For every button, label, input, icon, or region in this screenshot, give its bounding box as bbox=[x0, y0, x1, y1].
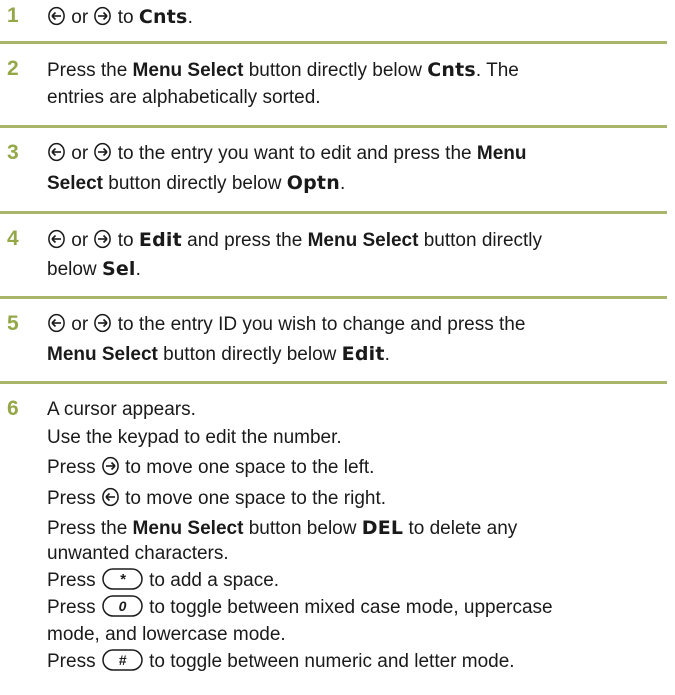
display-label-cnts: Cnts bbox=[138, 6, 188, 28]
step-number: 3 bbox=[7, 141, 19, 164]
step-number: 6 bbox=[7, 397, 19, 420]
nav-left-icon bbox=[47, 313, 66, 333]
nav-right-icon bbox=[93, 142, 112, 162]
step-text: or to the entry you want to edit and pre… bbox=[47, 141, 526, 167]
step-text: Press * to add a space. bbox=[47, 568, 280, 591]
step-text: Menu Select button directly below Edit. bbox=[47, 343, 390, 365]
svg-text:#: # bbox=[118, 652, 126, 668]
nav-right-icon bbox=[101, 456, 120, 476]
step-text: mode, and lowercase mode. bbox=[47, 624, 286, 645]
step-number: 2 bbox=[7, 57, 19, 80]
step-text: Press to move one space to the left. bbox=[47, 456, 375, 478]
step-text: A cursor appears. bbox=[47, 399, 196, 420]
divider bbox=[0, 125, 667, 128]
step-text: Press to move one space to the right. bbox=[47, 487, 387, 509]
step-text: or to Cnts. bbox=[47, 4, 193, 31]
step-text: Press the Menu Select button below DEL t… bbox=[47, 517, 518, 539]
divider bbox=[0, 381, 667, 384]
display-label-optn: Optn bbox=[286, 172, 340, 194]
nav-right-icon bbox=[93, 229, 112, 249]
display-label-sel: Sel bbox=[101, 258, 136, 280]
nav-left-icon bbox=[47, 142, 66, 162]
hash-key-icon: # bbox=[102, 649, 143, 671]
nav-right-icon bbox=[93, 6, 112, 26]
divider bbox=[0, 296, 667, 299]
svg-text:*: * bbox=[119, 571, 126, 588]
step-text: Press the Menu Select button directly be… bbox=[47, 59, 519, 81]
step-text: or to the entry ID you wish to change an… bbox=[47, 312, 525, 338]
display-label-cnts: Cnts bbox=[427, 59, 476, 81]
step-text: or to Edit and press the Menu Select but… bbox=[47, 227, 542, 254]
display-label-edit: Edit bbox=[341, 343, 385, 365]
display-label-del: DEL bbox=[361, 517, 404, 539]
nav-right-icon bbox=[93, 313, 112, 333]
step-text: below Sel. bbox=[47, 258, 141, 280]
nav-left-icon bbox=[47, 229, 66, 249]
nav-left-icon bbox=[101, 487, 120, 507]
svg-text:0: 0 bbox=[118, 598, 126, 614]
step-text: Press 0 to toggle between mixed case mod… bbox=[47, 595, 553, 618]
zero-key-icon: 0 bbox=[102, 595, 143, 617]
step-number: 1 bbox=[7, 4, 19, 27]
step-text: Select button directly below Optn. bbox=[47, 172, 346, 194]
step-number: 5 bbox=[7, 312, 19, 335]
divider bbox=[0, 41, 667, 44]
star-key-icon: * bbox=[102, 568, 143, 590]
display-label-edit: Edit bbox=[138, 229, 182, 251]
step-text: Use the keypad to edit the number. bbox=[47, 427, 342, 448]
divider bbox=[0, 211, 667, 214]
step-text: entries are alphabetically sorted. bbox=[47, 87, 321, 108]
step-text: unwanted characters. bbox=[47, 543, 229, 564]
step-text: Press # to toggle between numeric and le… bbox=[47, 649, 515, 672]
nav-left-icon bbox=[47, 6, 66, 26]
step-number: 4 bbox=[7, 227, 19, 250]
